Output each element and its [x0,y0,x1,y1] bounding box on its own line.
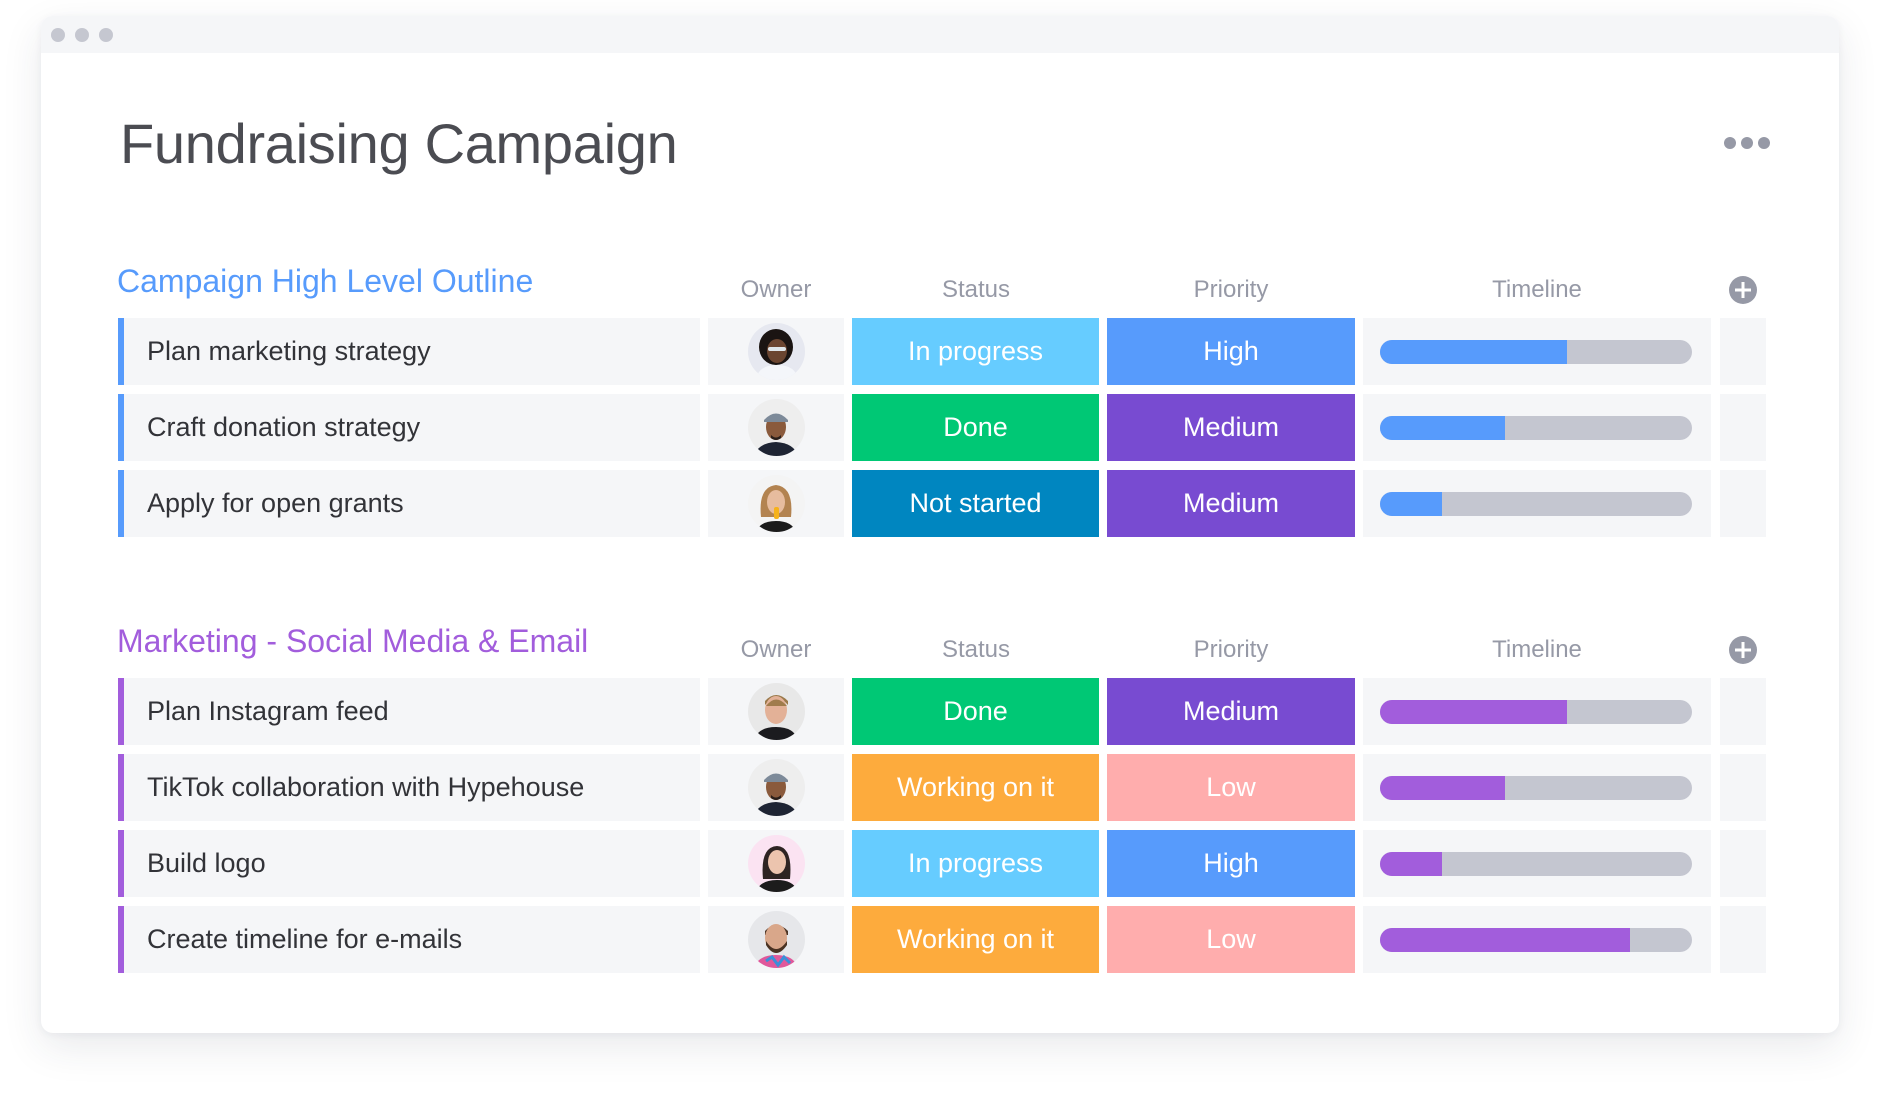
group-color-accent [118,678,124,745]
avatar-man-cap[interactable] [748,759,805,816]
empty-cell[interactable] [1720,394,1766,461]
timeline-cell[interactable] [1363,906,1711,973]
timeline-cell[interactable] [1363,830,1711,897]
window-control-dot[interactable] [75,28,89,42]
group-color-accent [118,318,124,385]
window-title-bar [41,16,1839,53]
task-cell[interactable]: Craft donation strategy [118,394,700,461]
status-label[interactable]: Working on it [852,754,1099,821]
task-name[interactable]: TikTok collaboration with Hypehouse [147,754,584,821]
task-name[interactable]: Create timeline for e-mails [147,906,462,973]
timeline-cell[interactable] [1363,754,1711,821]
priority-label[interactable]: Medium [1107,470,1355,537]
group-color-accent [118,394,124,461]
owner-cell[interactable] [708,394,844,461]
priority-label[interactable]: Medium [1107,678,1355,745]
empty-cell[interactable] [1720,678,1766,745]
window-control-dot[interactable] [99,28,113,42]
empty-cell[interactable] [1720,906,1766,973]
add-column-plus-icon[interactable] [1729,636,1757,664]
status-label[interactable]: Done [852,394,1099,461]
timeline-bar[interactable] [1380,776,1692,800]
priority-label[interactable]: Medium [1107,394,1355,461]
task-name[interactable]: Plan marketing strategy [147,318,431,385]
timeline-bar[interactable] [1380,852,1692,876]
status-label[interactable]: In progress [852,318,1099,385]
timeline-progress-fill [1380,928,1630,952]
column-header-status[interactable]: Status [896,275,1056,305]
timeline-progress-fill [1380,700,1568,724]
task-name[interactable]: Craft donation strategy [147,394,420,461]
empty-cell[interactable] [1720,754,1766,821]
priority-label[interactable]: High [1107,830,1355,897]
timeline-progress-fill [1380,492,1443,516]
avatar-man-cap[interactable] [748,399,805,456]
owner-cell[interactable] [708,906,844,973]
task-cell[interactable]: Create timeline for e-mails [118,906,700,973]
timeline-cell[interactable] [1363,318,1711,385]
task-name[interactable]: Apply for open grants [147,470,404,537]
priority-label[interactable]: Low [1107,754,1355,821]
timeline-bar[interactable] [1380,928,1692,952]
timeline-cell[interactable] [1363,470,1711,537]
status-label[interactable]: Done [852,678,1099,745]
owner-cell[interactable] [708,678,844,745]
column-header-timeline[interactable]: Timeline [1457,635,1617,665]
task-cell[interactable]: TikTok collaboration with Hypehouse [118,754,700,821]
group-color-accent [118,754,124,821]
column-header-timeline[interactable]: Timeline [1457,275,1617,305]
column-header-priority[interactable]: Priority [1151,275,1311,305]
timeline-bar[interactable] [1380,492,1692,516]
group-color-accent [118,830,124,897]
priority-label[interactable]: High [1107,318,1355,385]
owner-cell[interactable] [708,318,844,385]
task-cell[interactable]: Plan Instagram feed [118,678,700,745]
add-column-plus-icon[interactable] [1729,276,1757,304]
empty-cell[interactable] [1720,318,1766,385]
column-header-owner[interactable]: Owner [696,275,856,305]
avatar-woman-blonde[interactable] [748,475,805,532]
timeline-cell[interactable] [1363,678,1711,745]
group-color-accent [118,470,124,537]
task-name[interactable]: Plan Instagram feed [147,678,389,745]
avatar-woman-dark-hair[interactable] [748,835,805,892]
empty-cell[interactable] [1720,470,1766,537]
timeline-progress-fill [1380,852,1443,876]
avatar-woman-glasses[interactable] [748,323,805,380]
more-options-icon[interactable] [1724,136,1770,150]
status-label[interactable]: Not started [852,470,1099,537]
column-header-status[interactable]: Status [896,635,1056,665]
group-color-accent [118,906,124,973]
owner-cell[interactable] [708,470,844,537]
task-cell[interactable]: Plan marketing strategy [118,318,700,385]
avatar-man-blond[interactable] [748,683,805,740]
timeline-bar[interactable] [1380,416,1692,440]
timeline-progress-fill [1380,776,1505,800]
board-title: Fundraising Campaign [120,112,678,175]
column-header-priority[interactable]: Priority [1151,635,1311,665]
window-control-dot[interactable] [51,28,65,42]
timeline-bar[interactable] [1380,340,1692,364]
owner-cell[interactable] [708,830,844,897]
timeline-bar[interactable] [1380,700,1692,724]
priority-label[interactable]: Low [1107,906,1355,973]
task-name[interactable]: Build logo [147,830,266,897]
owner-cell[interactable] [708,754,844,821]
status-label[interactable]: In progress [852,830,1099,897]
avatar-man-beard[interactable] [748,911,805,968]
timeline-progress-fill [1380,340,1568,364]
empty-cell[interactable] [1720,830,1766,897]
column-header-owner[interactable]: Owner [696,635,856,665]
status-label[interactable]: Working on it [852,906,1099,973]
timeline-progress-fill [1380,416,1505,440]
timeline-cell[interactable] [1363,394,1711,461]
group-title[interactable]: Marketing - Social Media & Email [117,621,588,661]
task-cell[interactable]: Build logo [118,830,700,897]
task-cell[interactable]: Apply for open grants [118,470,700,537]
group-title[interactable]: Campaign High Level Outline [117,261,533,301]
